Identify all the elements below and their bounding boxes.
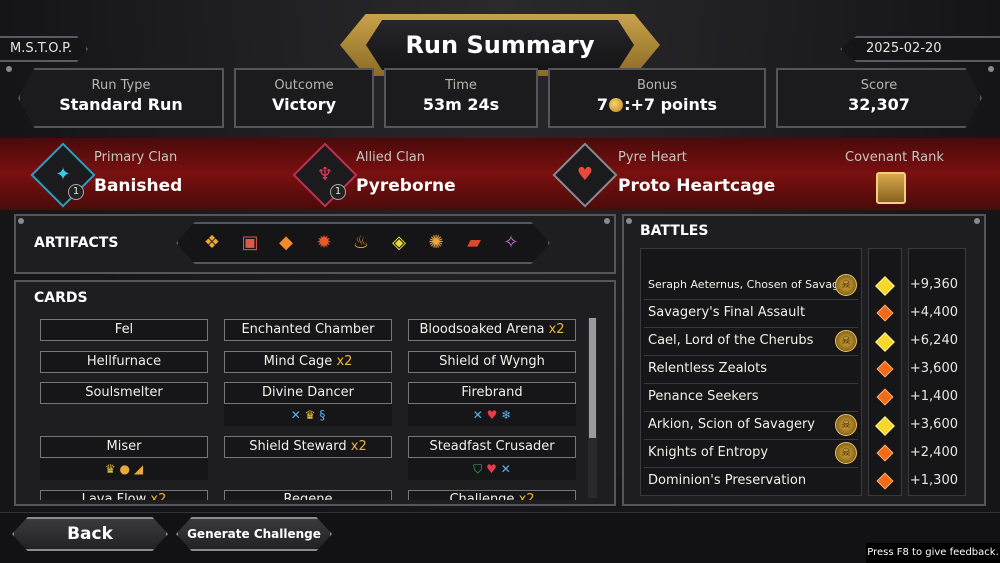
- battle-score: +6,240: [909, 333, 958, 348]
- allied-clan-label: Allied Clan: [356, 150, 426, 165]
- boss-icon: ☠: [835, 442, 857, 464]
- card-upgrades: ⛉ ♥ ✕: [408, 458, 576, 480]
- datetime-tag: 2025-02-20 01:22:38: [840, 36, 1000, 62]
- card-entry[interactable]: Miser: [40, 436, 208, 458]
- stat-value: 53m 24s: [422, 95, 500, 114]
- stat-value: Standard Run: [59, 95, 183, 114]
- artifact-4-icon[interactable]: ✹: [311, 230, 337, 256]
- card-entry[interactable]: Fel: [40, 319, 208, 341]
- cards-scroll-thumb[interactable]: [589, 318, 596, 438]
- primary-clan-value: Banished: [94, 176, 183, 196]
- pyre-heart-label: Pyre Heart: [618, 150, 687, 165]
- card-entry[interactable]: Firebrand: [408, 382, 576, 404]
- covenant-rank-label: Covenant Rank: [845, 150, 944, 165]
- decor-screw: [604, 218, 610, 224]
- covenant-book-icon: [876, 172, 906, 204]
- bonus-points: :+7 points: [624, 95, 718, 114]
- battle-name: Relentless Zealots: [648, 361, 767, 376]
- battle-score: +4,400: [909, 305, 958, 320]
- stat-label: Score: [860, 78, 898, 93]
- card-entry[interactable]: Divine Dancer: [224, 382, 392, 404]
- battle-name: Knights of Entropy: [648, 445, 769, 460]
- primary-clan-label: Primary Clan: [94, 150, 178, 165]
- bonus-count: 7: [596, 95, 609, 114]
- decor-screw: [626, 218, 632, 224]
- battle-score: +9,360: [909, 277, 958, 292]
- clan-level-badge: 1: [330, 184, 346, 200]
- stat-bonus: Bonus 7 :+7 points: [548, 68, 766, 128]
- stat-time: Time 53m 24s: [384, 68, 538, 128]
- stat-value: 32,307: [848, 95, 910, 114]
- battle-name: Cael, Lord of the Cherubs: [648, 333, 814, 348]
- artifact-8-icon[interactable]: ▰: [461, 230, 487, 256]
- generate-challenge-button[interactable]: Generate Challenge: [176, 517, 332, 551]
- page-title: Run Summary: [366, 20, 634, 70]
- stat-value: 7 :+7 points: [550, 95, 764, 114]
- boss-icon: ☠: [835, 330, 857, 352]
- stat-label: Bonus: [636, 78, 678, 93]
- battle-name: Penance Seekers: [648, 389, 759, 404]
- artifact-5-icon[interactable]: ♨: [348, 230, 374, 256]
- card-entry[interactable]: Lava Flow x2: [40, 490, 208, 500]
- stats-row: Run Type Standard Run Outcome Victory Ti…: [18, 68, 982, 128]
- stat-label: Time: [445, 78, 477, 93]
- artifact-3-icon[interactable]: ◆: [273, 230, 299, 256]
- battle-score: +3,600: [909, 361, 958, 376]
- artifacts-title: ARTIFACTS: [34, 235, 119, 251]
- battle-name: Dominion's Preservation: [648, 473, 807, 488]
- card-upgrades: ✕ ♛ §: [224, 404, 392, 426]
- decor-screw: [974, 218, 980, 224]
- artifact-6-icon[interactable]: ◈: [386, 230, 412, 256]
- stat-run-type: Run Type Standard Run: [18, 68, 224, 128]
- artifact-7-icon[interactable]: ✺: [423, 230, 449, 256]
- stat-score: Score 32,307: [776, 68, 982, 128]
- card-entry[interactable]: Soulsmelter: [40, 382, 208, 404]
- battles-title: BATTLES: [640, 223, 709, 239]
- mstop-tag: M.S.T.O.P.: [0, 36, 88, 62]
- card-entry[interactable]: Regene: [224, 490, 392, 500]
- artifact-9-icon[interactable]: ✧: [498, 230, 524, 256]
- decor-screw: [18, 218, 24, 224]
- battle-name: Seraph Aeternus, Chosen of Savagery: [648, 278, 857, 291]
- stat-value: Victory: [271, 95, 337, 114]
- card-entry[interactable]: Bloodsoaked Arena x2: [408, 319, 576, 341]
- battle-score: +2,400: [909, 445, 958, 460]
- coin-icon: [609, 98, 624, 112]
- cards-title: CARDS: [34, 290, 88, 306]
- decor-screw: [988, 66, 994, 72]
- card-entry[interactable]: Shield of Wyngh: [408, 351, 576, 373]
- artifact-2-icon[interactable]: ▣: [237, 230, 263, 256]
- stat-outcome: Outcome Victory: [234, 68, 374, 128]
- card-upgrades: ♛ ● ◢: [40, 458, 208, 480]
- battle-score: +1,300: [909, 473, 958, 488]
- boss-icon: ☠: [835, 274, 857, 296]
- battle-score: +3,600: [909, 417, 958, 432]
- card-entry[interactable]: Mind Cage x2: [224, 351, 392, 373]
- clan-level-badge: 1: [68, 184, 84, 200]
- card-entry[interactable]: Challenge x2: [408, 490, 576, 500]
- card-upgrades: ✕ ♥ ❄: [408, 404, 576, 426]
- feedback-hint: Press F8 to give feedback.: [866, 543, 1000, 563]
- stat-label: Outcome: [274, 78, 334, 93]
- battle-name: Arkion, Scion of Savagery: [648, 417, 816, 432]
- back-button[interactable]: Back: [12, 517, 168, 551]
- card-entry[interactable]: Steadfast Crusader: [408, 436, 576, 458]
- card-entry[interactable]: Shield Steward x2: [224, 436, 392, 458]
- stat-label: Run Type: [91, 78, 151, 93]
- boss-icon: ☠: [835, 414, 857, 436]
- card-entry[interactable]: Enchanted Chamber: [224, 319, 392, 341]
- decor-screw: [6, 66, 12, 72]
- battle-name: Savagery's Final Assault: [648, 305, 806, 320]
- card-entry[interactable]: Hellfurnace: [40, 351, 208, 373]
- artifact-1-icon[interactable]: ❖: [199, 230, 225, 256]
- battle-score: +1,400: [909, 389, 958, 404]
- pyre-heart-value: Proto Heartcage: [618, 176, 776, 196]
- clan-band: [0, 138, 1000, 210]
- allied-clan-value: Pyreborne: [356, 176, 456, 196]
